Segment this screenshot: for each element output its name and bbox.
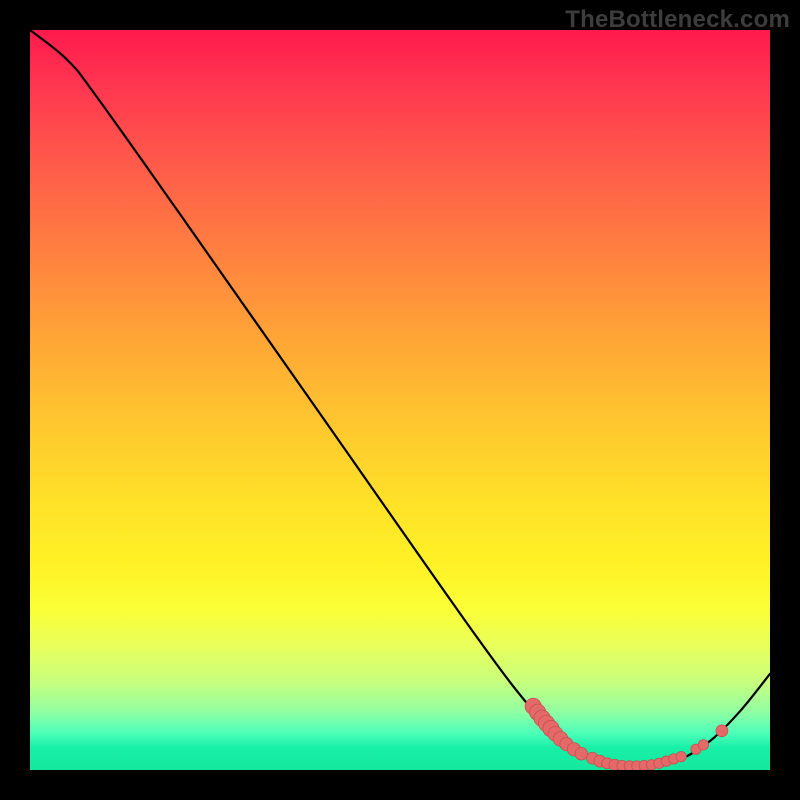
data-dot [698, 740, 708, 750]
data-dot [676, 752, 686, 762]
chart-plot-area [30, 30, 770, 770]
data-dots [525, 698, 728, 770]
data-dot [575, 747, 588, 760]
chart-frame: TheBottleneck.com [0, 0, 800, 800]
bottleneck-curve [30, 30, 770, 766]
data-dot [716, 725, 728, 737]
chart-svg [30, 30, 770, 770]
